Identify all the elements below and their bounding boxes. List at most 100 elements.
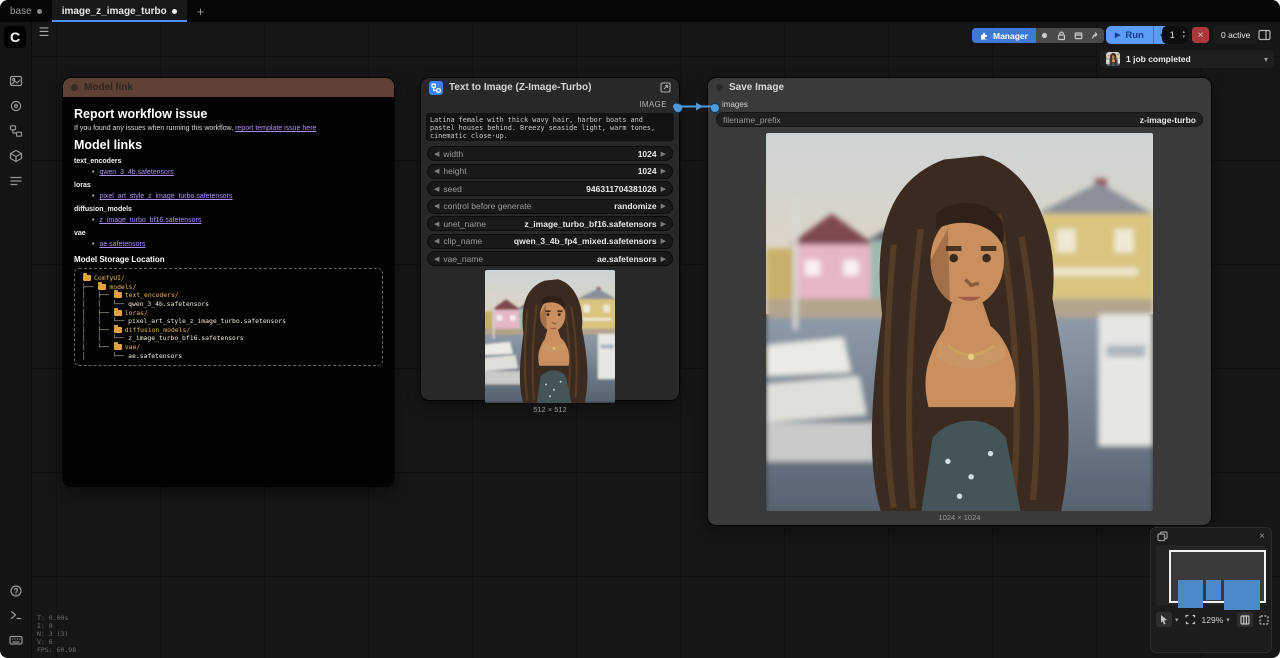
tree-row: ComfyUI/	[82, 274, 375, 283]
status-dot-icon[interactable]	[1036, 28, 1053, 43]
open-subgraph-icon[interactable]	[660, 82, 671, 93]
model-file-link[interactable]: qwen_3_4b.safetensors	[99, 169, 173, 176]
folder-icon	[83, 275, 91, 281]
note-node-header[interactable]: Model link	[63, 78, 394, 97]
widget-control-before-generate[interactable]: ◀control before generaterandomize▶	[427, 199, 673, 214]
collapse-dot-icon[interactable]	[716, 84, 723, 91]
output-slot-image: IMAGE	[421, 97, 679, 112]
toggle-grid-button[interactable]	[1237, 612, 1253, 627]
stop-button[interactable]: ×	[1192, 27, 1209, 43]
widget-unet-name[interactable]: ◀unet_namez_image_turbo_bf16.safetensors…	[427, 216, 673, 231]
play-icon: ▶	[1115, 31, 1120, 39]
decrement-icon[interactable]: ◀	[434, 202, 439, 210]
increment-icon[interactable]: ▶	[661, 237, 666, 245]
help-icon[interactable]	[4, 580, 27, 601]
widget-filename-prefix[interactable]: filename_prefix z-image-turbo	[716, 112, 1203, 127]
section-label: loras	[74, 182, 383, 189]
package-icon[interactable]	[1070, 28, 1087, 43]
widget-height[interactable]: ◀height1024▶	[427, 164, 673, 179]
tree-row: │ └── ae.safetensors	[82, 351, 375, 360]
terminal-icon[interactable]	[4, 604, 27, 625]
increment-icon[interactable]: ▶	[661, 255, 666, 263]
minimap-panel: × ▾ 129% ▾	[1150, 527, 1272, 653]
section-label: diffusion_models	[74, 206, 383, 213]
tti-preview-image[interactable]	[485, 270, 615, 403]
decrement-icon[interactable]: ◀	[434, 167, 439, 175]
shortcuts-keyboard-icon[interactable]	[4, 629, 27, 650]
chevron-down-icon[interactable]: ▾	[1226, 616, 1230, 624]
pointer-tool-button[interactable]	[1156, 612, 1172, 627]
storage-location-title: Model Storage Location	[74, 255, 383, 264]
report-issue-link[interactable]: report template issue here	[235, 125, 316, 132]
manager-button[interactable]: Manager	[972, 28, 1036, 43]
save-preview-image[interactable]	[766, 133, 1153, 511]
model-file-link[interactable]: pixel_art_style_z_image_turbo.safetensor…	[99, 193, 232, 200]
settings-gear-icon[interactable]	[4, 654, 27, 658]
folder-icon	[114, 310, 122, 316]
zoom-level[interactable]: 129%	[1202, 615, 1224, 625]
model-library-icon[interactable]	[4, 145, 27, 166]
tree-row: │ ├── text_encoders/	[82, 291, 375, 300]
collapse-dot-icon[interactable]	[71, 84, 78, 91]
batch-count-stepper[interactable]: 1 ▴▾	[1162, 26, 1188, 44]
workflows-icon[interactable]	[4, 70, 27, 91]
toggle-minimap-button[interactable]	[1256, 612, 1272, 627]
note-h1: Report workflow issue	[74, 107, 383, 121]
decrement-icon[interactable]: ◀	[434, 255, 439, 263]
unsaved-dot-icon	[37, 9, 42, 14]
run-button[interactable]: ▶ Run	[1106, 26, 1153, 44]
tab-base[interactable]: base	[0, 0, 52, 22]
folder-icon	[114, 292, 122, 298]
model-file-link[interactable]: ae.safetensors	[99, 241, 145, 248]
node-save-image[interactable]: Save Image images filename_prefix z-imag…	[708, 78, 1211, 525]
increment-icon[interactable]: ▶	[661, 220, 666, 228]
widget-vae-name[interactable]: ◀vae_nameae.safetensors▶	[427, 251, 673, 266]
image-output-port[interactable]	[673, 103, 683, 113]
node-text-to-image[interactable]: Text to Image (Z-Image-Turbo) IMAGE Lati…	[421, 78, 679, 400]
images-input-port[interactable]	[710, 103, 720, 113]
assets-icon[interactable]	[4, 95, 27, 116]
run-controls: ▶ Run ▾	[1106, 26, 1170, 44]
comfyui-logo[interactable]: C	[4, 26, 26, 48]
increment-icon[interactable]: ▶	[661, 185, 666, 193]
widget-clip-name[interactable]: ◀clip_nameqwen_3_4b_fp4_mixed.safetensor…	[427, 234, 673, 249]
chevron-down-icon[interactable]: ▾	[1182, 35, 1185, 40]
batch-count-value: 1	[1162, 30, 1182, 40]
manager-toolbar: Manager	[972, 28, 1104, 43]
workflow-tab-bar: base image_z_image_turbo +	[0, 0, 1280, 22]
tab-image-z-image-turbo[interactable]: image_z_image_turbo	[52, 0, 187, 22]
save-node-header[interactable]: Save Image	[708, 78, 1211, 97]
menu-hamburger-icon[interactable]: ☰	[36, 24, 52, 40]
node-library-icon[interactable]	[4, 120, 27, 141]
prompt-textarea[interactable]: Latina female with thick wavy hair, harb…	[426, 113, 674, 141]
canvas-toolbar: ▾ 129% ▾	[1151, 608, 1271, 631]
folder-icon	[114, 327, 122, 333]
decrement-icon[interactable]: ◀	[434, 237, 439, 245]
job-history-row[interactable]: 1 job completed ▾	[1100, 50, 1274, 68]
stepper-arrows[interactable]: ▴▾	[1182, 30, 1188, 40]
close-icon[interactable]: ×	[1259, 532, 1265, 542]
increment-icon[interactable]: ▶	[661, 167, 666, 175]
chevron-down-icon[interactable]: ▾	[1175, 616, 1179, 624]
tti-node-header[interactable]: Text to Image (Z-Image-Turbo)	[421, 78, 679, 97]
widget-seed[interactable]: ◀seed946311704381026▶	[427, 181, 673, 196]
lock-icon[interactable]	[1053, 28, 1070, 43]
minimap-viewport[interactable]	[1156, 545, 1266, 605]
decrement-icon[interactable]: ◀	[434, 150, 439, 158]
increment-icon[interactable]: ▶	[661, 150, 666, 158]
decrement-icon[interactable]: ◀	[434, 185, 439, 193]
tree-row: │ ├── loras/	[82, 308, 375, 317]
model-file-link[interactable]: z_image_turbo_bf16.safetensors	[99, 217, 201, 224]
queue-icon[interactable]	[4, 170, 27, 191]
widget-width[interactable]: ◀width1024▶	[427, 146, 673, 161]
tree-row: │ └── vae/	[82, 343, 375, 352]
fit-view-button[interactable]	[1182, 612, 1199, 627]
layers-icon	[1157, 531, 1168, 542]
new-workflow-button[interactable]: +	[187, 0, 215, 22]
node-model-link-note[interactable]: Model link Report workflow issue If you …	[63, 78, 394, 486]
right-panel-toggle-icon[interactable]	[1256, 27, 1273, 43]
subgraph-icon	[429, 81, 443, 95]
decrement-icon[interactable]: ◀	[434, 220, 439, 228]
increment-icon[interactable]: ▶	[661, 202, 666, 210]
job-status-text: 1 job completed	[1126, 54, 1191, 64]
